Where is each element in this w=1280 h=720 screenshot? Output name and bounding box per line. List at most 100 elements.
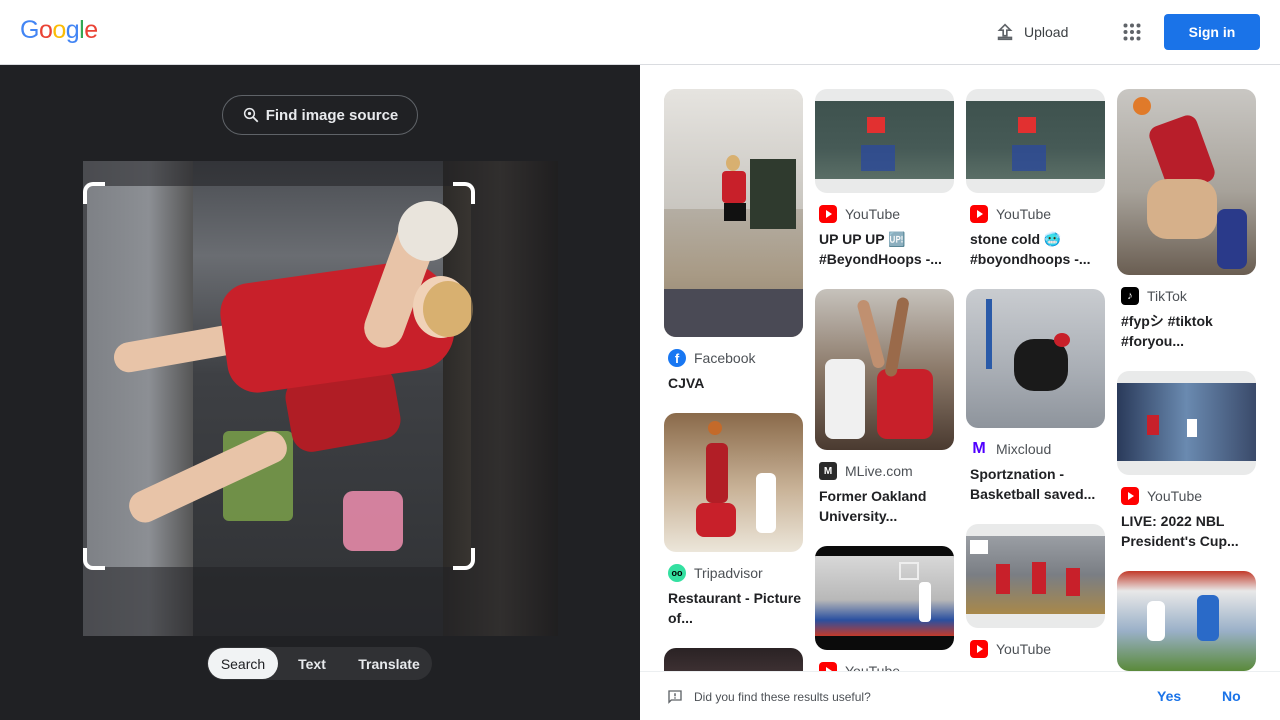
feedback-yes-button[interactable]: Yes [1157, 688, 1181, 704]
result-thumbnail[interactable] [966, 289, 1105, 428]
thumb-detail [1018, 117, 1036, 133]
result-title[interactable]: #fypシ #tiktok #foryou... [1117, 311, 1256, 351]
crop-handle-bottom-right[interactable] [453, 548, 475, 570]
crop-handle-bottom-left[interactable] [83, 548, 105, 570]
logo-letter: e [84, 16, 98, 44]
image-basketball [398, 201, 458, 261]
upload-label: Upload [1024, 24, 1069, 40]
result-source-name: Tripadvisor [694, 565, 763, 581]
result-source: YouTube [966, 640, 1105, 658]
result-card[interactable]: M MLive.com Former Oakland University... [815, 289, 954, 526]
youtube-icon [970, 640, 988, 658]
find-image-source-button[interactable]: Find image source [222, 95, 418, 135]
google-apps-button[interactable] [1116, 16, 1148, 48]
tiktok-icon: ♪ [1121, 287, 1139, 305]
thumb-detail [970, 540, 988, 554]
result-thumbnail[interactable] [815, 289, 954, 450]
result-source-name: Facebook [694, 350, 756, 366]
result-thumbnail[interactable] [1117, 89, 1256, 275]
thumb-detail [696, 503, 736, 537]
thumb-detail [1147, 179, 1217, 239]
thumb-detail [884, 296, 910, 378]
thumb-detail [867, 117, 885, 133]
result-title[interactable]: LIVE: 2022 NBL President's Cup... [1117, 511, 1256, 551]
crop-handle-top-left[interactable] [83, 182, 105, 204]
result-title[interactable]: UP UP UP 🆙 #BeyondHoops -... [815, 229, 954, 269]
crop-overlay [83, 567, 471, 636]
result-source-name: YouTube [996, 206, 1052, 222]
thumb-detail [877, 369, 933, 439]
result-thumbnail[interactable] [664, 89, 803, 337]
result-source-name: MLive.com [845, 463, 913, 479]
feedback-no-button[interactable]: No [1222, 688, 1241, 704]
logo-letter: o [52, 16, 66, 44]
result-title[interactable]: Former Oakland University... [815, 486, 954, 526]
result-card[interactable]: YouTube [966, 524, 1105, 658]
tab-search[interactable]: Search [208, 648, 278, 679]
logo-letter: G [20, 16, 39, 44]
results-column: YouTube stone cold 🥶 #boyondhoops -... M… [966, 89, 1105, 671]
result-source: oo Tripadvisor [664, 564, 803, 582]
result-thumbnail[interactable] [664, 413, 803, 552]
thumb-detail [1066, 568, 1080, 596]
thumb-detail [722, 171, 746, 203]
result-source-name: YouTube [996, 641, 1052, 657]
crop-handle-top-right[interactable] [453, 182, 475, 204]
result-card[interactable]: oo Tripadvisor Restaurant - Picture of..… [664, 413, 803, 628]
result-title[interactable]: Restaurant - Picture of... [664, 588, 803, 628]
result-title[interactable]: stone cold 🥶 #boyondhoops -... [966, 229, 1105, 269]
result-card[interactable]: YouTube [815, 546, 954, 671]
result-card[interactable] [664, 648, 803, 671]
result-card[interactable]: YouTube UP UP UP 🆙 #BeyondHoops -... [815, 89, 954, 269]
lens-search-icon [243, 107, 259, 123]
sign-in-button[interactable]: Sign in [1164, 14, 1260, 50]
result-thumbnail[interactable] [966, 524, 1105, 628]
result-card[interactable]: M Mixcloud Sportznation - Basketball sav… [966, 289, 1105, 504]
result-thumbnail[interactable] [815, 546, 954, 650]
thumb-detail [1012, 145, 1046, 171]
result-thumbnail[interactable] [815, 89, 954, 193]
feedback-question: Did you find these results useful? [694, 690, 871, 704]
upload-button[interactable]: Upload [986, 16, 1076, 48]
result-source: YouTube [966, 205, 1105, 223]
thumb-detail [664, 289, 803, 337]
result-card[interactable]: f Facebook CJVA [664, 89, 803, 393]
thumb-detail [825, 359, 865, 439]
tab-translate[interactable]: Translate [346, 648, 432, 679]
result-title[interactable]: CJVA [664, 373, 803, 393]
result-source: YouTube [815, 662, 954, 671]
tab-text[interactable]: Text [278, 648, 346, 679]
google-logo[interactable]: Google [20, 16, 98, 45]
thumb-detail [1054, 333, 1070, 347]
thumb-detail [1147, 601, 1165, 641]
result-thumbnail[interactable] [1117, 371, 1256, 475]
thumb-detail [756, 473, 776, 533]
result-card[interactable] [1117, 571, 1256, 671]
youtube-icon [819, 662, 837, 671]
thumb-detail [724, 203, 746, 221]
thumb-detail [919, 582, 931, 622]
top-header: Google Upload Sign in [0, 0, 1280, 65]
tripadvisor-icon: oo [668, 564, 686, 582]
result-card[interactable]: YouTube stone cold 🥶 #boyondhoops -... [966, 89, 1105, 269]
thumb-detail [750, 159, 796, 229]
result-card[interactable]: ♪ TikTok #fypシ #tiktok #foryou... [1117, 89, 1256, 351]
thumb-detail [1133, 97, 1151, 115]
thumb-detail [706, 443, 728, 503]
result-thumbnail[interactable] [966, 89, 1105, 193]
result-thumbnail[interactable] [664, 648, 803, 671]
thumb-detail [1147, 415, 1159, 435]
thumb-detail [726, 155, 740, 171]
youtube-icon [1121, 487, 1139, 505]
result-source: ♪ TikTok [1117, 287, 1256, 305]
query-image[interactable] [83, 161, 558, 636]
result-thumbnail[interactable] [1117, 571, 1256, 671]
result-card[interactable]: YouTube LIVE: 2022 NBL President's Cup..… [1117, 371, 1256, 551]
facebook-icon: f [668, 349, 686, 367]
thumb-detail [1032, 562, 1046, 594]
image-detail [343, 491, 403, 551]
thumb-detail [1217, 209, 1247, 269]
crop-overlay [83, 186, 87, 567]
result-title[interactable]: Sportznation - Basketball saved... [966, 464, 1105, 504]
crop-overlay [471, 186, 558, 636]
